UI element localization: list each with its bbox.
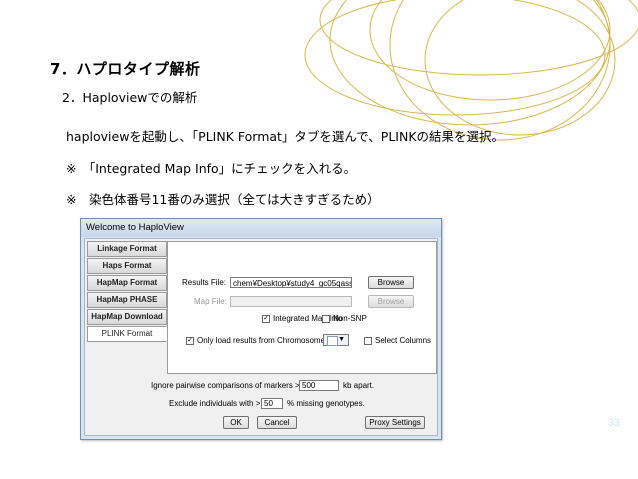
results-file-label: Results File:: [182, 278, 227, 287]
dialog-title: Welcome to HaploView: [81, 219, 441, 237]
map-browse-button[interactable]: Browse: [368, 295, 414, 308]
format-tabs: Linkage Format Haps Format HapMap Format…: [87, 241, 167, 343]
tab-plink-format[interactable]: PLINK Format: [87, 326, 167, 342]
tab-hapmap-download[interactable]: HapMap Download: [87, 309, 167, 325]
only-load-checkbox[interactable]: ✓: [186, 337, 194, 345]
instruction-line-3: ※ 染色体番号11番のみ選択（全ては大きすぎるため）: [66, 192, 380, 207]
only-load-label: Only load results from Chromosome: [197, 336, 326, 345]
select-columns-checkbox[interactable]: [364, 337, 372, 345]
chevron-down-icon: ▼: [338, 336, 345, 343]
ok-button[interactable]: OK: [223, 416, 249, 429]
exclude-unit-label: % missing genotypes.: [287, 399, 365, 408]
map-file-label: Map File:: [194, 297, 227, 306]
integrated-map-checkbox[interactable]: ✓: [262, 315, 270, 323]
tab-hapmap-format[interactable]: HapMap Format: [87, 275, 167, 291]
select-columns-label: Select Columns: [375, 336, 432, 345]
results-browse-button[interactable]: Browse: [368, 276, 414, 289]
map-file-input[interactable]: [230, 296, 352, 307]
tab-haps-format[interactable]: Haps Format: [87, 258, 167, 274]
tab-linkage-format[interactable]: Linkage Format: [87, 241, 167, 257]
exclude-percent-input[interactable]: 50: [261, 398, 283, 409]
page-number: 33: [607, 417, 620, 429]
ignore-unit-label: kb apart.: [343, 381, 375, 390]
haploview-dialog: Welcome to HaploView Linkage Format Haps…: [80, 218, 442, 440]
chromosome-dropdown[interactable]: ▼: [323, 334, 349, 346]
plink-panel: Results File: chem¥Desktop¥study4_gc05qa…: [167, 241, 437, 374]
cancel-button[interactable]: Cancel: [257, 416, 297, 429]
instruction-line-2: ※ 「Integrated Map Info」にチェックを入れる。: [66, 161, 357, 176]
non-snp-checkbox[interactable]: [322, 315, 330, 323]
ignore-kb-input[interactable]: 500: [299, 380, 339, 391]
non-snp-label: Non-SNP: [333, 314, 367, 323]
ignore-pairwise-label: Ignore pairwise comparisons of markers >: [151, 381, 300, 390]
exclude-individuals-label: Exclude individuals with >: [169, 399, 261, 408]
integrated-map-label: Integrated Map Info: [273, 314, 343, 323]
results-file-input[interactable]: chem¥Desktop¥study4_gc05qassoc: [230, 277, 352, 288]
proxy-settings-button[interactable]: Proxy Settings: [365, 416, 425, 429]
tab-hapmap-phase[interactable]: HapMap PHASE: [87, 292, 167, 308]
slide-subtitle: 2．Haploviewでの解析: [62, 90, 198, 105]
instruction-line-1: haploviewを起動し、「PLINK Format」タブを選んで、PLINK…: [66, 129, 505, 144]
chromosome-value-box: [327, 336, 338, 346]
slide-title: 7．ハプロタイプ解析: [50, 60, 201, 78]
dialog-client: Linkage Format Haps Format HapMap Format…: [84, 238, 438, 436]
